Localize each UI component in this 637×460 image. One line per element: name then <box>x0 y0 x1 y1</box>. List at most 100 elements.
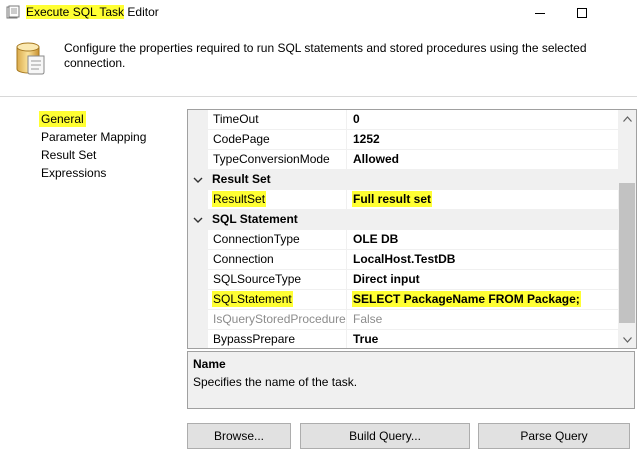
property-grid[interactable]: TimeOut 0 CodePage 1252 TypeConversionMo… <box>187 109 637 349</box>
description-text: Specifies the name of the task. <box>193 375 358 389</box>
chevron-down-icon <box>622 336 632 343</box>
nav-item-parameter-mapping[interactable]: Parameter Mapping <box>36 128 176 146</box>
row-gutter <box>188 310 208 329</box>
property-name: CodePage <box>208 130 347 149</box>
nav-item-general[interactable]: General <box>36 110 176 128</box>
row-gutter <box>188 150 208 169</box>
property-value-text: False <box>353 312 383 326</box>
property-value-text: Allowed <box>353 152 400 166</box>
category-label: SQL Statement <box>212 212 298 226</box>
property-name-text: Connection <box>213 252 274 266</box>
scroll-up-button[interactable] <box>618 110 636 127</box>
minimize-icon <box>535 13 545 14</box>
property-value-text: 0 <box>353 112 360 126</box>
property-value[interactable]: 0 <box>348 110 618 129</box>
property-name: ResultSet <box>208 190 347 209</box>
property-name: TimeOut <box>208 110 347 129</box>
property-description-panel: Name Specifies the name of the task. <box>187 351 635 409</box>
browse-button[interactable]: Browse... <box>187 423 291 449</box>
nav-item-label: Result Set <box>41 148 97 162</box>
window-title-highlight: Execute SQL Task <box>26 5 125 19</box>
property-row-sqlstatement[interactable]: SQLStatement SELECT PackageName FROM Pac… <box>188 290 618 310</box>
property-value-text: OLE DB <box>353 232 399 246</box>
row-gutter <box>188 130 208 149</box>
property-row-resultset[interactable]: ResultSet Full result set <box>188 190 618 210</box>
maximize-button[interactable] <box>562 2 602 24</box>
row-gutter <box>188 230 208 249</box>
property-value[interactable]: Full result set <box>348 190 618 209</box>
property-value[interactable]: Allowed <box>348 150 618 169</box>
scroll-down-button[interactable] <box>618 331 636 348</box>
property-value[interactable]: SELECT PackageName FROM Package; <box>348 290 618 309</box>
property-value-text: Direct input <box>353 272 420 286</box>
property-name-text: TimeOut <box>213 112 259 126</box>
property-row-sqlsourcetype[interactable]: SQLSourceType Direct input <box>188 270 618 290</box>
property-name-text: SQLStatement <box>212 291 293 307</box>
property-name-text: CodePage <box>213 132 270 146</box>
nav-item-label: Parameter Mapping <box>41 130 147 144</box>
header-divider <box>0 96 637 97</box>
property-value[interactable]: 1252 <box>348 130 618 149</box>
category-label: Result Set <box>212 172 271 186</box>
row-gutter <box>188 330 208 348</box>
property-row-typeconversionmode[interactable]: TypeConversionMode Allowed <box>188 150 618 170</box>
scroll-thumb[interactable] <box>619 183 635 323</box>
database-script-icon <box>16 42 45 75</box>
property-name: TypeConversionMode <box>208 150 347 169</box>
property-value: False <box>348 310 618 329</box>
property-name: ConnectionType <box>208 230 347 249</box>
category-result-set[interactable]: Result Set <box>188 170 618 190</box>
parse-query-button[interactable]: Parse Query <box>478 423 630 449</box>
property-value[interactable]: LocalHost.TestDB <box>348 250 618 269</box>
window-title-rest: Editor <box>124 5 159 19</box>
property-value-text: Full result set <box>352 191 433 207</box>
property-name-text: TypeConversionMode <box>213 152 330 166</box>
row-gutter <box>188 270 208 289</box>
minimize-button[interactable] <box>520 2 560 24</box>
property-name-text: SQLSourceType <box>213 272 302 286</box>
property-value[interactable]: OLE DB <box>348 230 618 249</box>
row-gutter <box>188 190 208 209</box>
task-icon <box>6 5 20 19</box>
property-value-text: 1252 <box>353 132 380 146</box>
row-gutter <box>188 290 208 309</box>
category-sql-statement[interactable]: SQL Statement <box>188 210 618 230</box>
nav-item-label: Expressions <box>41 166 107 180</box>
title-bar: Execute SQL Task Editor <box>0 0 637 26</box>
property-row-timeout[interactable]: TimeOut 0 <box>188 110 618 130</box>
property-name: SQLSourceType <box>208 270 347 289</box>
property-row-connection[interactable]: Connection LocalHost.TestDB <box>188 250 618 270</box>
window-title: Execute SQL Task Editor <box>26 5 159 20</box>
property-value[interactable]: Direct input <box>348 270 618 289</box>
property-list: TimeOut 0 CodePage 1252 TypeConversionMo… <box>188 110 618 348</box>
row-gutter <box>188 110 208 129</box>
chevron-up-icon <box>622 115 632 122</box>
build-query-button[interactable]: Build Query... <box>300 423 470 449</box>
row-gutter <box>188 250 208 269</box>
property-name-text: ResultSet <box>212 191 267 207</box>
nav-item-expressions[interactable]: Expressions <box>36 164 176 182</box>
nav-item-result-set[interactable]: Result Set <box>36 146 176 164</box>
maximize-icon <box>577 8 587 18</box>
property-row-codepage[interactable]: CodePage 1252 <box>188 130 618 150</box>
description-title: Name <box>193 357 226 371</box>
collapse-chevron-icon[interactable] <box>193 215 203 225</box>
nav-item-label: General <box>39 111 86 127</box>
property-name: BypassPrepare <box>208 330 347 348</box>
collapse-chevron-icon[interactable] <box>193 175 203 185</box>
property-value-text: SELECT PackageName FROM Package; <box>352 291 581 307</box>
header-description: Configure the properties required to run… <box>64 41 587 70</box>
property-name-text: ConnectionType <box>213 232 300 246</box>
property-name-text: BypassPrepare <box>213 332 296 346</box>
property-grid-scrollbar[interactable] <box>618 110 636 348</box>
property-row-bypassprepare[interactable]: BypassPrepare True <box>188 330 618 348</box>
property-value-text: LocalHost.TestDB <box>353 252 456 266</box>
property-value[interactable]: True <box>348 330 618 348</box>
property-row-isquerystoredprocedure[interactable]: IsQueryStoredProcedure False <box>188 310 618 330</box>
page-navigation: General Parameter Mapping Result Set Exp… <box>36 110 176 182</box>
editor-header: Configure the properties required to run… <box>0 26 637 84</box>
property-value-text: True <box>353 332 379 346</box>
property-name: SQLStatement <box>208 290 347 309</box>
property-name: Connection <box>208 250 347 269</box>
property-row-connectiontype[interactable]: ConnectionType OLE DB <box>188 230 618 250</box>
